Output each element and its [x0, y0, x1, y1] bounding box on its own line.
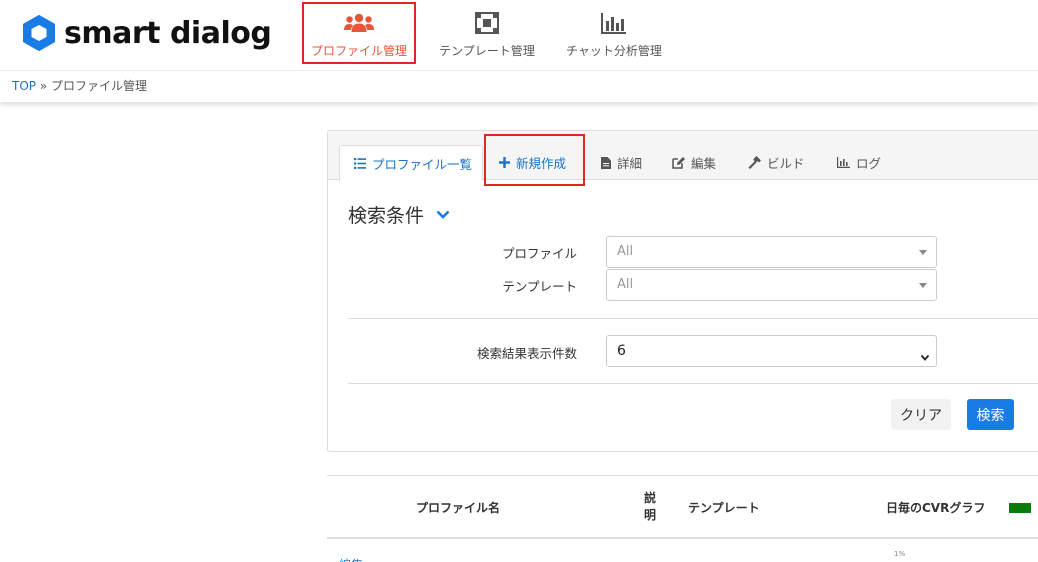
tab-detail-label: 詳細: [617, 156, 643, 171]
nav-chat-label: チャット分析管理: [566, 44, 662, 58]
profile-filter-label: プロファイル: [501, 246, 577, 261]
tab-log-label: ログ: [856, 156, 882, 171]
divider: [348, 383, 1038, 384]
template-frame-icon: [475, 12, 499, 34]
nav-chat-analysis[interactable]: チャット分析管理: [562, 0, 666, 66]
chevron-down-icon: [920, 345, 930, 375]
log-chart-icon: [837, 157, 850, 168]
search-conditions-toggle[interactable]: 検索条件: [348, 201, 450, 228]
graph-axis-label: 1%: [894, 550, 906, 558]
caret-down-icon: [919, 283, 927, 288]
clear-button[interactable]: クリア: [891, 399, 951, 430]
logo-hexagon-icon: [22, 15, 56, 51]
template-filter-value: All: [617, 277, 634, 292]
col-header-description: 説明: [644, 491, 657, 522]
breadcrumb-home-link[interactable]: TOP: [12, 79, 36, 93]
tab-new-create[interactable]: 新規作成: [485, 145, 585, 180]
tab-bar: プロファイル一覧 新規作成 詳細 編集 ビルド ログ: [328, 131, 1038, 186]
list-icon: [354, 157, 366, 169]
breadcrumb: TOP » プロファイル管理: [0, 70, 1038, 102]
edit-icon: [672, 156, 685, 169]
result-count-select[interactable]: 6: [606, 335, 937, 367]
nav-profile-label: プロファイル管理: [310, 44, 407, 58]
tab-build-label: ビルド: [767, 156, 805, 171]
col-header-profile-name: プロファイル名: [416, 501, 501, 515]
tab-edit[interactable]: 編集: [658, 145, 716, 180]
result-count-value: 6: [617, 343, 626, 359]
profile-filter-value: All: [617, 244, 634, 259]
table-header-divider: [327, 537, 1038, 539]
users-icon: [343, 12, 375, 34]
breadcrumb-separator: »: [39, 79, 48, 93]
nav-profile-management[interactable]: プロファイル管理: [302, 2, 416, 64]
legend-swatch: [1009, 503, 1031, 513]
tab-profile-list[interactable]: プロファイル一覧: [339, 145, 483, 181]
tab-build[interactable]: ビルド: [734, 145, 805, 180]
document-icon: [601, 156, 611, 169]
divider: [348, 318, 1038, 319]
result-count-label: 検索結果表示件数: [476, 346, 577, 361]
nav-template-label: テンプレート管理: [439, 44, 535, 58]
col-header-template: テンプレート: [688, 501, 760, 515]
hammer-icon: [748, 156, 761, 169]
row-edit-link[interactable]: 編集: [339, 556, 363, 562]
bar-chart-icon: [601, 12, 627, 34]
nav-template-management[interactable]: テンプレート管理: [434, 0, 540, 66]
profile-filter-select[interactable]: All: [606, 236, 937, 268]
template-filter-label: テンプレート: [502, 279, 577, 294]
plus-icon: [499, 157, 510, 168]
search-button[interactable]: 検索: [967, 399, 1014, 430]
tab-log[interactable]: ログ: [823, 145, 881, 180]
tab-detail[interactable]: 詳細: [587, 145, 642, 180]
app-name: smart dialog: [64, 15, 272, 51]
chevron-down-icon: [436, 210, 450, 220]
tab-edit-label: 編集: [691, 156, 717, 171]
app-logo[interactable]: smart dialog: [22, 13, 272, 53]
breadcrumb-current: プロファイル管理: [51, 79, 148, 93]
search-conditions-title: 検索条件: [348, 205, 425, 227]
col-header-cvr-graph: 日毎のCVRグラフ: [886, 501, 986, 515]
tab-profile-list-label: プロファイル一覧: [372, 156, 473, 172]
tab-new-create-label: 新規作成: [516, 156, 567, 171]
template-filter-select[interactable]: All: [606, 269, 937, 301]
app-header: smart dialog プロファイル管理 テンプレート管理 チャット分析管理: [0, 0, 1038, 70]
results-table: プロファイル名 説明 テンプレート 日毎のCVRグラフ 1% 編集: [327, 475, 1038, 562]
profile-card: プロファイル一覧 新規作成 詳細 編集 ビルド ログ 検索条件 プロファイル A…: [327, 130, 1038, 452]
caret-down-icon: [919, 250, 927, 255]
